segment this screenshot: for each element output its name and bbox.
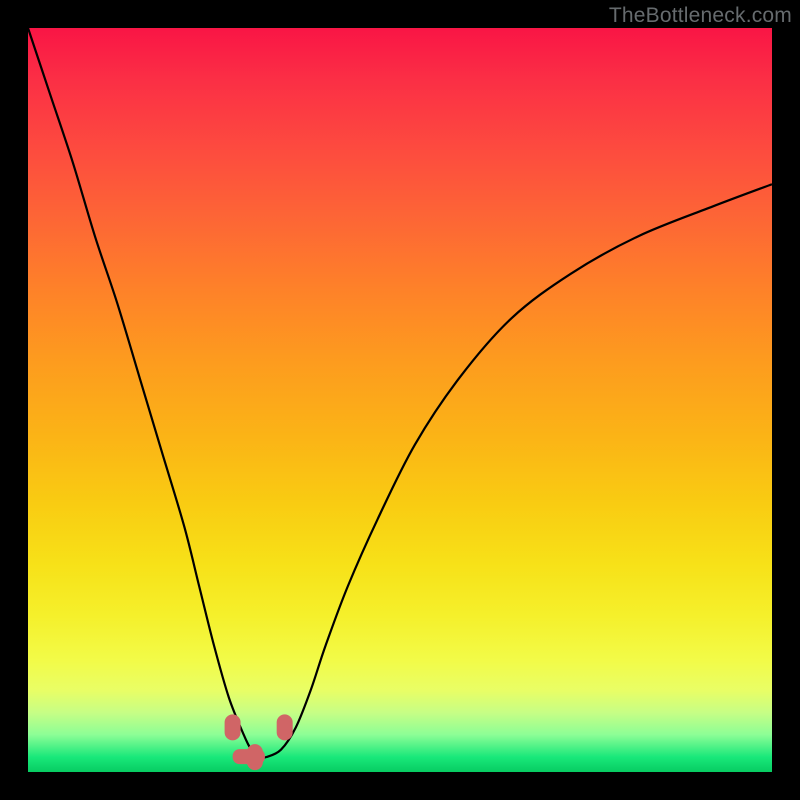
- chart-frame: TheBottleneck.com: [0, 0, 800, 800]
- marker-group: [225, 714, 293, 770]
- right-nub: [277, 714, 293, 740]
- bottleneck-curve: [28, 28, 772, 758]
- plot-area: [28, 28, 772, 772]
- floor-connector: [233, 749, 265, 764]
- left-nub: [225, 714, 241, 740]
- curve-layer: [28, 28, 772, 772]
- watermark-text: TheBottleneck.com: [609, 4, 792, 28]
